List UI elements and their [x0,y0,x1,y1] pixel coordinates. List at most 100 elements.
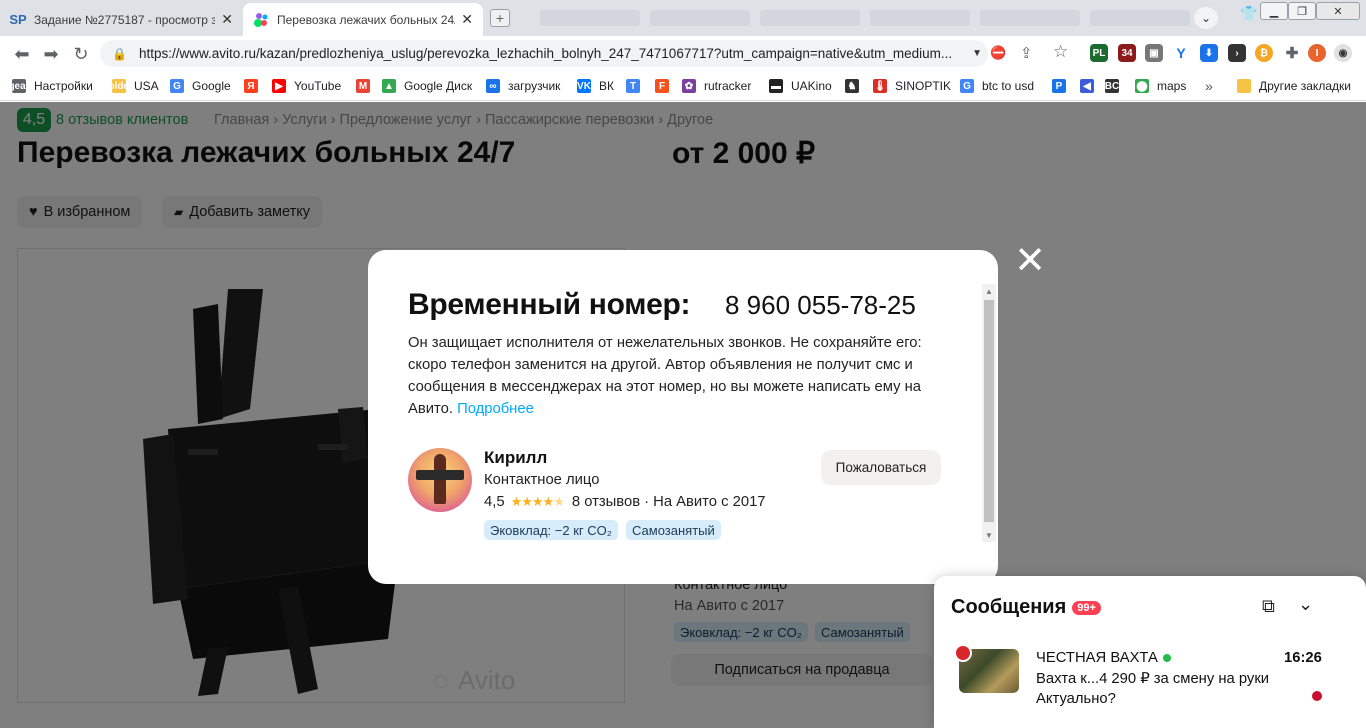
tab-avito[interactable]: Перевозка лежачих больных 24/ ✕ [243,3,483,36]
bookmark-item[interactable]: T [626,77,648,95]
seller-name[interactable]: Кирилл [484,448,547,468]
seller-rating-line: 4,5 ★★★★★ 8 отзывов · На Авито с 2017 [484,494,766,510]
scrollbar-thumb[interactable] [984,300,994,522]
extension-bitcoin-icon[interactable]: ₿ [1255,44,1273,62]
bookmark-item[interactable]: Я [244,77,266,95]
close-window-button[interactable]: ✕ [1316,2,1360,20]
extension-34-icon[interactable]: 34 [1118,44,1136,62]
bookmark-icon: M [356,79,370,93]
bookmark-label: maps [1157,79,1187,93]
extension-terminal-icon[interactable]: › [1228,44,1246,62]
back-button[interactable]: ⬅ [11,43,33,65]
bookmark-icon: folder [105,79,133,93]
bookmark-icon: VK [577,79,591,93]
open-external-icon[interactable]: ⧉ [1262,596,1275,617]
plus-icon: + [495,10,505,26]
avito-favicon-icon [253,12,269,28]
bookmark-label: загрузчик [508,79,561,93]
close-icon: ✕ [1014,240,1046,282]
extension-y-icon[interactable]: Y [1172,44,1190,62]
close-modal-button[interactable]: ✕ [1014,242,1046,280]
bookmark-item[interactable]: ▬ UAKino [769,77,832,95]
reload-button[interactable]: ↻ [70,43,92,65]
seller-reviews-link[interactable]: 8 отзывов [572,494,640,510]
bookmark-icon: T [626,79,640,93]
chat-avatar [954,644,972,662]
bookmark-label: UAKino [791,79,832,93]
tab-ghost[interactable] [650,10,750,26]
bookmark-item[interactable]: ∞ загрузчик [486,77,560,95]
avatar[interactable] [408,448,472,512]
bookmark-item[interactable]: ✿ rutracker [682,77,751,95]
minimize-icon: ▁ [1269,5,1279,18]
bookmark-item[interactable]: G Google [170,77,231,95]
reload-icon: ↻ [73,43,89,64]
modal-description: Он защищает исполнителя от нежелательных… [408,332,948,420]
other-bookmarks-label: Другие закладки [1259,79,1351,93]
tab-close-icon[interactable]: ✕ [221,11,233,28]
tab-close-icon[interactable]: ✕ [461,11,473,28]
download-icon[interactable]: ⬇ [1200,44,1218,62]
minimize-button[interactable]: ▁ [1260,2,1288,20]
maximize-button[interactable]: ❐ [1288,2,1316,20]
bookmark-item[interactable]: Gbtc to usd [960,77,1034,95]
bookmark-item[interactable]: M [356,77,378,95]
bookmark-item[interactable]: ◀ [1080,77,1102,95]
tab-ghost[interactable] [540,10,640,26]
dropdown-icon[interactable]: ▼ [972,48,982,59]
extensions-puzzle-icon[interactable]: ✚ [1283,44,1301,62]
bookmark-icon: Я [244,79,258,93]
temporary-phone-number[interactable]: 8 960 055-78-25 [725,290,916,321]
chat-preview[interactable]: Вахта к...4 290 ₽ за смену на руки Актуа… [1036,669,1296,709]
profile-icon[interactable]: ◉ [1334,44,1352,62]
blocked-icon[interactable]: ⛔ [990,45,1006,61]
restore-icon: ❐ [1297,5,1307,18]
tab-ghost[interactable] [980,10,1080,26]
bookmark-item[interactable]: 🌡 SINOPTIK [873,77,951,95]
seller-rating: 4,5 [484,494,505,510]
extension-pl-icon[interactable]: PL [1090,44,1108,62]
folder-icon [1237,79,1251,93]
new-tab-button[interactable]: + [490,9,510,27]
chevron-down-icon[interactable]: ⌄ [1298,594,1313,615]
tab-search-button[interactable]: ⌄ [1194,7,1218,29]
bookmark-item[interactable]: folder USA [105,77,159,95]
extension-briefcase-icon[interactable]: ▣ [1145,44,1163,62]
bookmark-item[interactable]: ⬤ maps [1135,77,1186,95]
unread-indicator [1312,691,1322,701]
more-bookmarks-chevron[interactable]: » [1205,77,1213,95]
bookmark-item[interactable]: P [1052,77,1074,95]
bookmark-item[interactable]: BC [1105,77,1127,95]
bookmark-item[interactable]: VK ВК [577,77,614,95]
tab-ghost[interactable] [870,10,970,26]
chat-name[interactable]: ЧЕСТНАЯ ВАХТА [1036,650,1171,666]
bookmarks-bar: gear Настройки folder USA G Google Я ▶ YouTube M ▲… [0,71,1366,101]
bookmark-item[interactable]: gear Настройки [8,77,93,95]
bookmark-star-icon[interactable]: ☆ [1053,42,1068,62]
more-info-link[interactable]: Подробнее [457,401,534,417]
messenger-title[interactable]: Сообщения 99+ [951,596,1101,619]
profile-shirt-icon[interactable]: 👕 [1240,5,1257,22]
address-bar[interactable]: 🔒 https://www.avito.ru/kazan/predlozheni… [100,40,988,67]
avatar-icon[interactable]: I [1308,44,1326,62]
bookmark-icon: 🌡 [873,79,887,93]
complain-button[interactable]: Пожаловаться [821,450,941,485]
share-icon[interactable]: ⇪ [1020,44,1033,62]
scroll-down-icon[interactable]: ▼ [982,528,996,542]
bookmark-item[interactable]: F [655,77,677,95]
tab-ghost[interactable] [760,10,860,26]
unread-badge: 99+ [1072,600,1101,615]
tab-ghost[interactable] [1090,10,1190,26]
bookmark-icon: ▲ [382,79,396,93]
forward-button[interactable]: ➡ [40,43,62,65]
bookmark-label: SINOPTIK [895,79,952,93]
bookmark-label: btc to usd [982,79,1035,93]
bookmark-item[interactable]: ▲ Google Диск [382,77,472,95]
scroll-up-icon[interactable]: ▲ [982,284,996,298]
bookmark-item[interactable]: ♞ [845,77,867,95]
bookmark-label: Google Диск [404,79,473,93]
tab-zadanie[interactable]: SP Задание №2775187 - просмотр з ✕ [0,3,243,36]
close-icon: ✕ [1333,5,1343,18]
bookmark-item[interactable]: ▶ YouTube [272,77,341,95]
other-bookmarks[interactable]: Другие закладки [1237,77,1351,95]
